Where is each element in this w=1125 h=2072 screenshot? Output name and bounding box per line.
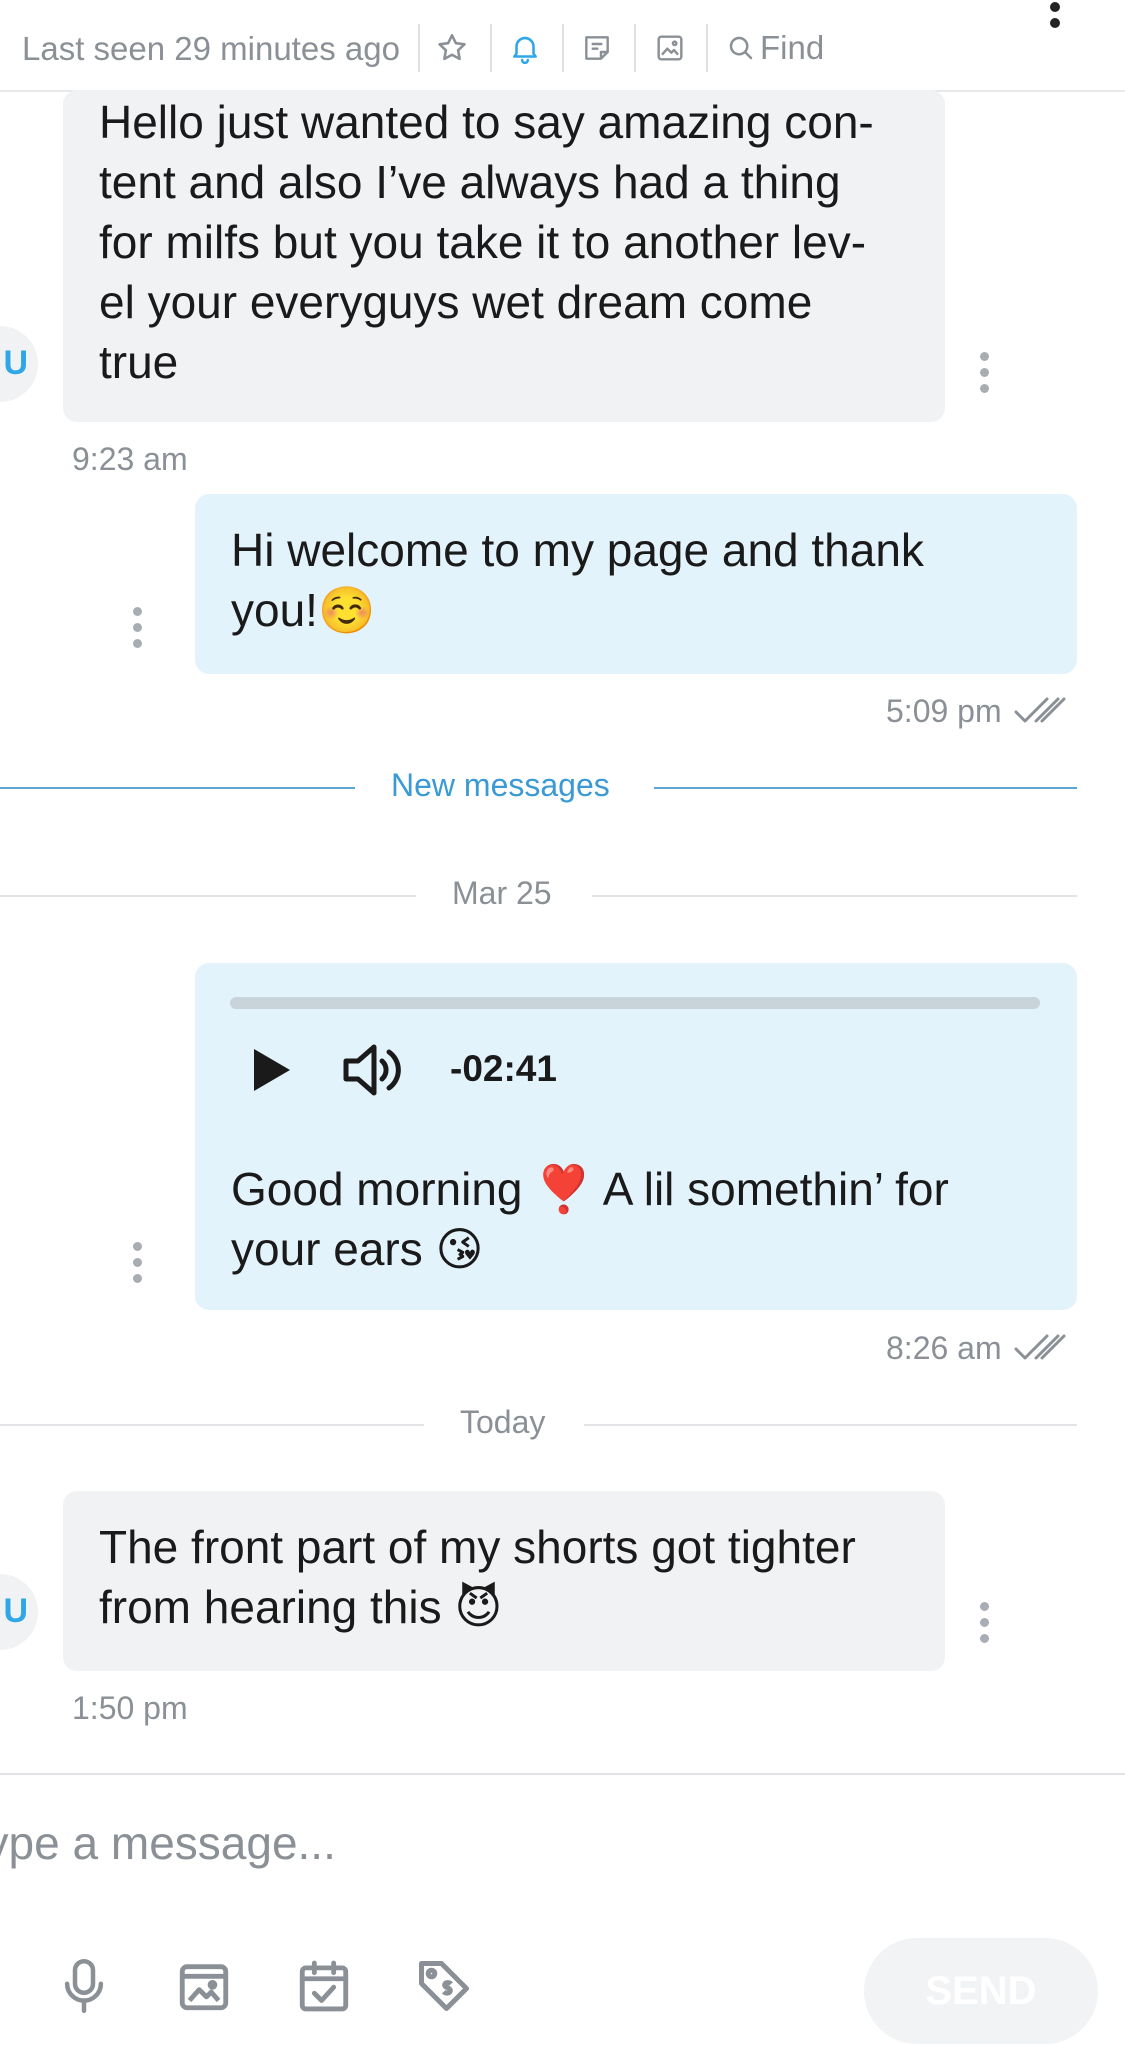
media-icon[interactable] bbox=[172, 1954, 236, 2018]
message-line: Hi welcome to my page and thank bbox=[231, 524, 924, 576]
volume-icon[interactable] bbox=[342, 1040, 408, 1100]
message-options-icon[interactable] bbox=[131, 1242, 143, 1286]
message-line: Hello just wanted to say amazing con- bbox=[99, 96, 874, 148]
message-input[interactable] bbox=[0, 1808, 860, 1878]
message-line: The front part of my shorts got tighter bbox=[99, 1521, 856, 1573]
avatar[interactable]: U bbox=[0, 326, 38, 402]
new-messages-label: New messages bbox=[391, 767, 610, 803]
bell-icon[interactable] bbox=[503, 26, 547, 70]
date-label: Mar 25 bbox=[452, 875, 552, 911]
send-button[interactable]: SEND bbox=[864, 1938, 1098, 2044]
date-label: Today bbox=[460, 1404, 546, 1440]
search-icon bbox=[729, 36, 753, 60]
message-line: from hearing this 😈 bbox=[99, 1581, 503, 1633]
avatar[interactable]: U bbox=[0, 1574, 38, 1650]
message-line: true bbox=[99, 336, 179, 388]
divider-line bbox=[0, 895, 416, 897]
play-icon[interactable] bbox=[248, 1045, 294, 1095]
read-receipt-icon bbox=[1014, 1331, 1070, 1365]
message-options-icon[interactable] bbox=[978, 1602, 990, 1646]
message-line: your ears 😘 bbox=[231, 1223, 484, 1275]
message-options-icon[interactable] bbox=[131, 607, 143, 651]
header-divider bbox=[562, 24, 564, 72]
avatar-initial: U bbox=[3, 1592, 28, 1630]
last-seen-status: Last seen 29 minutes ago bbox=[22, 30, 400, 67]
calendar-icon[interactable] bbox=[292, 1954, 356, 2018]
incoming-message-bubble: Hello just wanted to say amazing con- te… bbox=[63, 90, 945, 422]
message-time: 5:09 pm bbox=[886, 693, 1002, 729]
message-time: 8:26 am bbox=[886, 1330, 1002, 1366]
divider-line bbox=[584, 1424, 1077, 1426]
message-line: el your everyguys wet dream come bbox=[99, 276, 813, 328]
outgoing-message-bubble: Hi welcome to my page and thank you!☺️ bbox=[195, 494, 1077, 674]
message-options-icon[interactable] bbox=[978, 352, 990, 396]
note-icon[interactable] bbox=[575, 26, 619, 70]
audio-progress-bar[interactable] bbox=[230, 997, 1040, 1009]
message-line: for milfs but you take it to another lev… bbox=[99, 216, 867, 268]
find-label: Find bbox=[760, 29, 825, 66]
divider-line bbox=[0, 1424, 424, 1426]
divider-line bbox=[0, 787, 355, 789]
avatar-initial: U bbox=[3, 344, 28, 382]
message-time: 1:50 pm bbox=[72, 1690, 188, 1726]
audio-remaining-time: -02:41 bbox=[450, 1048, 557, 1089]
read-receipt-icon bbox=[1014, 694, 1070, 728]
microphone-icon[interactable] bbox=[52, 1954, 116, 2018]
image-icon[interactable] bbox=[648, 26, 692, 70]
price-tag-icon[interactable] bbox=[412, 1954, 476, 2018]
header-divider bbox=[634, 24, 636, 72]
header-divider bbox=[706, 24, 708, 72]
more-vertical-icon[interactable] bbox=[1042, 2, 1068, 36]
message-line: Good morning ❣️ A lil somethin’ for bbox=[231, 1163, 949, 1215]
audio-caption: Good morning ❣️ A lil somethin’ for your… bbox=[231, 1159, 949, 1279]
star-icon[interactable] bbox=[430, 26, 474, 70]
find-button[interactable]: Find bbox=[726, 26, 824, 70]
divider-line bbox=[654, 787, 1077, 789]
message-line: tent and also I’ve always had a thing bbox=[99, 156, 841, 208]
composer-divider bbox=[0, 1773, 1125, 1775]
message-time: 9:23 am bbox=[72, 441, 188, 477]
divider-line bbox=[592, 895, 1077, 897]
incoming-message-bubble: The front part of my shorts got tighter … bbox=[63, 1491, 945, 1671]
message-line: you!☺️ bbox=[231, 584, 376, 636]
header-divider bbox=[418, 24, 420, 72]
header-divider bbox=[490, 24, 492, 72]
